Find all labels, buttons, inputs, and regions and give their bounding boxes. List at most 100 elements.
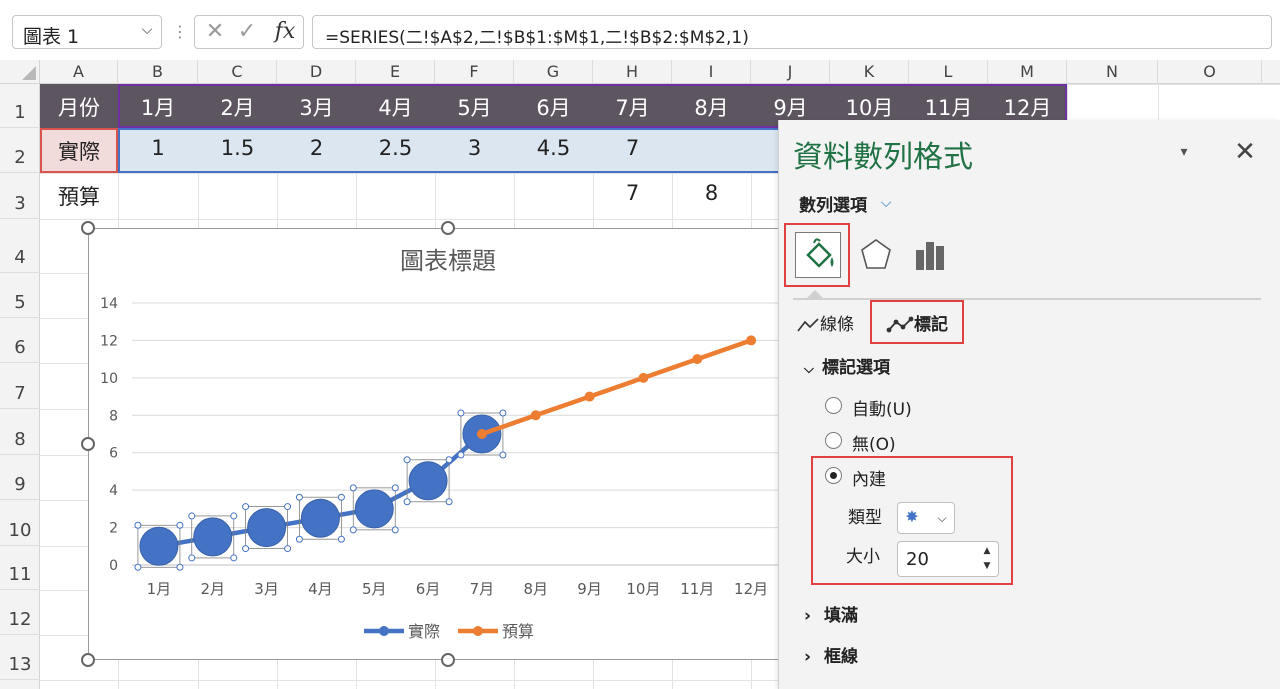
cell-H1[interactable]: 7月 — [593, 92, 672, 128]
row-header-8[interactable]: 8 — [0, 409, 40, 455]
cell-A2[interactable]: 實際 — [40, 136, 118, 173]
tab-marker[interactable]: 標記 — [886, 310, 961, 336]
chart-resize-handle-bottom[interactable] — [441, 653, 455, 667]
column-header-G[interactable]: G — [514, 60, 593, 84]
column-header-A[interactable]: A — [40, 60, 118, 84]
cell-F2[interactable]: 3 — [435, 136, 514, 173]
row-header-10[interactable]: 10 — [0, 500, 40, 546]
column-header-F[interactable]: F — [435, 60, 514, 84]
y-tick-label: 10 — [100, 371, 118, 387]
formula-input[interactable]: =SERIES(二!$A$2,二!$B$1:$M$1,二!$B$2:$M$2,1… — [312, 15, 1272, 49]
size-increment-icon[interactable]: ▲ — [980, 545, 994, 557]
marker-selection-handle — [134, 563, 142, 571]
marker-line-icon — [886, 316, 914, 333]
cell-B1[interactable]: 1月 — [118, 92, 198, 128]
cell-E1[interactable]: 4月 — [356, 92, 435, 128]
pane-options-dropdown-icon[interactable]: ▾ — [1172, 140, 1196, 164]
cell-G2[interactable]: 4.5 — [514, 136, 593, 173]
pane-tab-divider — [793, 298, 1261, 300]
tab-marker-label: 標記 — [914, 315, 948, 335]
row-header-12[interactable]: 12 — [0, 590, 40, 635]
row-header-2[interactable]: 2 — [0, 128, 40, 173]
radio-builtin[interactable] — [825, 467, 842, 484]
column-header-K[interactable]: K — [830, 60, 909, 84]
cell-G1[interactable]: 6月 — [514, 92, 593, 128]
cell-A3[interactable]: 預算 — [40, 181, 118, 219]
row-header-4[interactable]: 4 — [0, 219, 40, 273]
cell-H3[interactable]: 7 — [593, 181, 672, 219]
fill-section[interactable]: › 填滿 — [804, 601, 944, 626]
row-header-11[interactable]: 11 — [0, 546, 40, 590]
x-tick-label: 1月 — [147, 580, 172, 598]
cell-H2[interactable]: 7 — [593, 136, 672, 173]
column-header-O[interactable]: O — [1158, 60, 1262, 84]
border-section[interactable]: › 框線 — [804, 642, 944, 667]
y-tick-label: 2 — [109, 521, 118, 537]
column-header-M[interactable]: M — [988, 60, 1067, 84]
chart-resize-handle-top[interactable] — [441, 221, 455, 235]
x-tick-label: 2月 — [200, 580, 225, 598]
column-header-I[interactable]: I — [672, 60, 751, 84]
chevron-right-icon: › — [804, 606, 812, 626]
name-box-dropdown-icon[interactable]: ⌵ — [138, 22, 156, 40]
cell-I3[interactable]: 8 — [672, 181, 751, 219]
column-header-B[interactable]: B — [118, 60, 198, 84]
type-label: 類型 — [848, 508, 882, 528]
row-header-3[interactable]: 3 — [0, 173, 40, 219]
effects-tab[interactable] — [858, 236, 894, 274]
chart-resize-handle-left[interactable] — [81, 437, 95, 451]
chart-resize-handle-top-left[interactable] — [81, 221, 95, 235]
fill-line-tab[interactable] — [795, 232, 841, 278]
column-header-D[interactable]: D — [277, 60, 356, 84]
series-options-menu[interactable]: 數列選項 — [799, 191, 939, 216]
column-header-H[interactable]: H — [593, 60, 672, 84]
column-header-L[interactable]: L — [909, 60, 988, 84]
tab-line-label: 線條 — [820, 315, 854, 335]
row-header-13[interactable]: 13 — [0, 635, 40, 680]
size-decrement-icon[interactable]: ▼ — [980, 560, 994, 572]
marker-options-section[interactable]: ⌵ 標記選項 — [804, 353, 944, 378]
cancel-icon[interactable]: ✕ — [204, 20, 226, 44]
row-header-7[interactable]: 7 — [0, 363, 40, 409]
x-tick-label: 3月 — [254, 580, 279, 598]
series-marker-1 — [247, 508, 287, 548]
cell-D1[interactable]: 3月 — [277, 92, 356, 128]
cell-C2[interactable]: 1.5 — [198, 136, 277, 173]
series-marker-1 — [139, 526, 179, 566]
cell-B2[interactable]: 1 — [118, 136, 198, 173]
bar-chart-icon — [916, 242, 944, 270]
enter-icon[interactable]: ✓ — [236, 20, 258, 44]
series-marker-2 — [692, 354, 703, 365]
column-header-J[interactable]: J — [751, 60, 830, 84]
column-header-N[interactable]: N — [1067, 60, 1158, 84]
line-chart[interactable]: 圖表標題 0 2 4 6 8 10 12 14 1月 2月 3月 4月 5月 6月 7月 8月 9月 10月 11月 1… — [88, 228, 788, 660]
row-header-5[interactable]: 5 — [0, 273, 40, 318]
chart-resize-handle-bottom-left[interactable] — [81, 653, 95, 667]
tab-line[interactable]: 線條 — [796, 310, 866, 336]
chevron-down-icon[interactable]: ⌵ — [934, 508, 950, 528]
cell-I1[interactable]: 8月 — [672, 92, 751, 128]
cell-D2[interactable]: 2 — [277, 136, 356, 173]
x-tick-label: 6月 — [416, 580, 441, 598]
cell-C1[interactable]: 2月 — [198, 92, 277, 128]
row-header-9[interactable]: 9 — [0, 455, 40, 500]
marker-selection-handle — [403, 456, 411, 464]
radio-auto[interactable] — [825, 397, 842, 414]
series-marker-1 — [408, 461, 448, 501]
pane-close-icon[interactable]: ✕ — [1232, 138, 1258, 166]
cell-A1[interactable]: 月份 — [40, 92, 118, 128]
cell-E2[interactable]: 2.5 — [356, 136, 435, 173]
pentagon-icon — [861, 239, 891, 269]
chevron-down-icon[interactable]: ⌵ — [876, 192, 896, 214]
formula-bar-grip-icon[interactable]: ⋮ — [172, 20, 188, 44]
row-header-6[interactable]: 6 — [0, 318, 40, 363]
x-tick-label: 11月 — [680, 580, 714, 598]
series-marker-2 — [638, 372, 649, 383]
insert-function-icon[interactable]: fx — [270, 17, 300, 47]
row-header-1[interactable]: 1 — [0, 84, 40, 128]
column-header-C[interactable]: C — [198, 60, 277, 84]
column-header-E[interactable]: E — [356, 60, 435, 84]
series-options-tab[interactable] — [912, 236, 948, 274]
cell-F1[interactable]: 5月 — [435, 92, 514, 128]
radio-none[interactable] — [825, 432, 842, 449]
